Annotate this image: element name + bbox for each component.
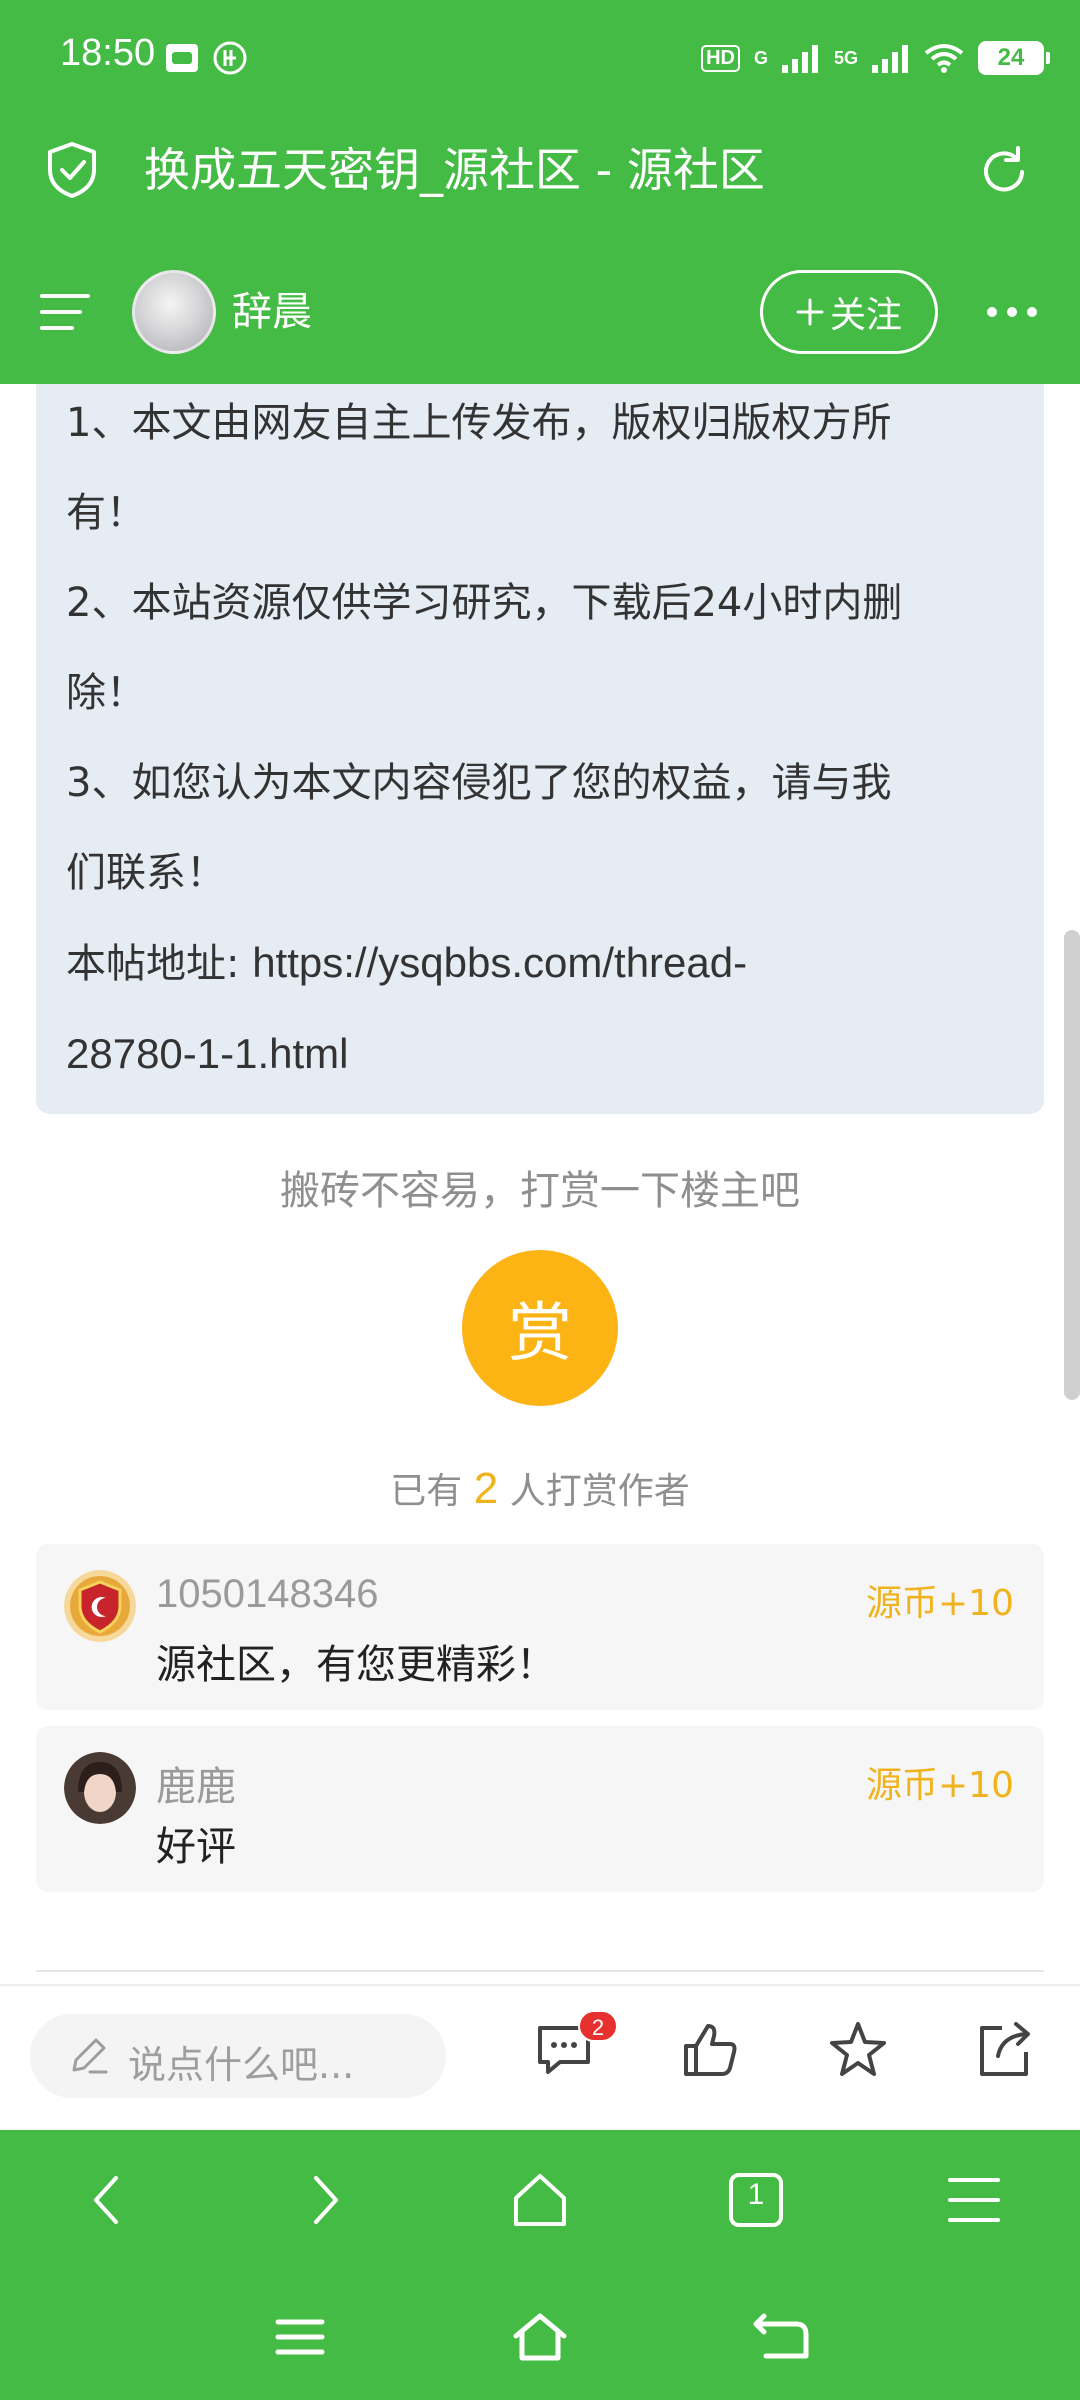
comment-input[interactable]: 说点什么吧... [30, 2014, 446, 2098]
refresh-icon[interactable] [976, 144, 1032, 200]
reward-amount: 源币+10 [866, 1765, 1014, 1806]
recents-icon[interactable] [270, 2312, 330, 2362]
share-icon[interactable] [972, 2018, 1036, 2082]
status-indicators: HD G 5G 24 [701, 36, 1050, 80]
author-name[interactable]: 辞晨 [232, 286, 312, 338]
thread-url-continued[interactable]: 28780-1-1.html [66, 1009, 1014, 1099]
rewarder-name[interactable]: 1050148346 [156, 1572, 378, 1617]
reward-count: 2 [473, 1464, 499, 1513]
app-notification-icon [166, 44, 198, 72]
tab-count: 1 [747, 2178, 765, 2211]
reward-hint: 搬砖不容易，打赏一下楼主吧 [280, 1168, 800, 1214]
reward-count-line: 已有 2 人打赏作者 [0, 1462, 1080, 1514]
signal-icon [781, 45, 818, 73]
shield-check-icon[interactable] [44, 140, 100, 200]
notice-line: 2、本站资源仅供学习研究，下载后24小时内删 [66, 580, 903, 626]
back-icon[interactable] [78, 2170, 138, 2230]
reward-list-item[interactable]: 鹿鹿 好评 源币+10 [36, 1726, 1044, 1892]
wifi-icon [924, 44, 964, 73]
status-time: 18:50 [60, 32, 156, 74]
author-row: 辞晨 关注 [0, 250, 1080, 374]
notice-line: 1、本文由网友自主上传发布，版权归版权方所 [66, 400, 892, 446]
plus-icon [796, 298, 824, 326]
reward-list-item[interactable]: 1050148346 源社区，有您更精彩！ 源币+10 [36, 1544, 1044, 1710]
signal-5g-label: 5G [833, 47, 858, 68]
signal-icon [872, 45, 908, 73]
reward-message: 好评 [156, 1824, 236, 1870]
thread-url-line: 本帖地址: https://ysqbbs.com/thread- [66, 918, 1014, 1009]
notice-line: 们联系！ [66, 850, 226, 896]
like-icon[interactable] [678, 2018, 742, 2082]
hd-indicator: HD [701, 44, 740, 72]
title-row: 换成五天密钥_源社区 - 源社区 [0, 116, 1080, 224]
thread-url-label: 本帖地址: [66, 941, 240, 987]
home-icon[interactable] [510, 2312, 570, 2362]
rewarder-name[interactable]: 鹿鹿 [156, 1754, 236, 1812]
author-avatar[interactable] [132, 270, 216, 354]
top-header: 18:50 HD G 5G 24 换成五天密钥_源社区 - 源社区 辞晨 关注 [0, 0, 1080, 384]
menu-icon[interactable] [944, 2170, 1004, 2230]
forward-icon[interactable] [294, 2170, 354, 2230]
reward-button[interactable]: 赏 [462, 1250, 618, 1406]
back-icon[interactable] [752, 2312, 812, 2362]
status-bar: 18:50 HD G 5G 24 [0, 0, 1080, 116]
comment-count-badge: 2 [578, 2010, 618, 2042]
rewarder-avatar[interactable] [64, 1752, 136, 1824]
app-notification-icon [213, 41, 247, 75]
badge-shield-icon [64, 1570, 136, 1642]
menu-icon[interactable] [40, 292, 92, 332]
user-photo-icon [64, 1752, 136, 1824]
reward-amount: 源币+10 [866, 1583, 1014, 1624]
home-icon[interactable] [510, 2170, 570, 2230]
reward-count-prefix: 已有 [390, 1471, 463, 1512]
reward-count-suffix: 人打赏作者 [509, 1471, 690, 1512]
divider [36, 1970, 1044, 1972]
signal-g-label: G [753, 47, 768, 68]
comment-bar: 说点什么吧... 2 [0, 1984, 1080, 2130]
thread-url[interactable]: https://ysqbbs.com/thread- [252, 939, 747, 986]
more-icon[interactable] [984, 302, 1040, 322]
battery-indicator: 24 [978, 41, 1050, 75]
notice-line: 有！ [66, 490, 146, 536]
follow-button[interactable]: 关注 [760, 270, 938, 354]
tabs-button[interactable]: 1 [726, 2170, 786, 2230]
notice-line: 3、如您认为本文内容侵犯了您的权益，请与我 [66, 760, 892, 806]
browser-nav: 1 [0, 2130, 1080, 2400]
star-icon[interactable] [826, 2018, 890, 2082]
reward-message: 源社区，有您更精彩！ [156, 1642, 556, 1688]
pencil-icon [72, 2038, 108, 2074]
copyright-notice: 1、本文由网友自主上传发布，版权归版权方所 有！ 2、本站资源仅供学习研究，下载… [36, 384, 1044, 1114]
rewarder-avatar[interactable] [64, 1570, 136, 1642]
comment-placeholder: 说点什么吧... [128, 2043, 355, 2087]
page-title: 换成五天密钥_源社区 - 源社区 [144, 143, 765, 197]
notice-line: 除！ [66, 670, 146, 716]
screen: 18:50 HD G 5G 24 换成五天密钥_源社区 - 源社区 辞晨 关注 … [0, 0, 1080, 2400]
follow-label: 关注 [829, 295, 902, 336]
